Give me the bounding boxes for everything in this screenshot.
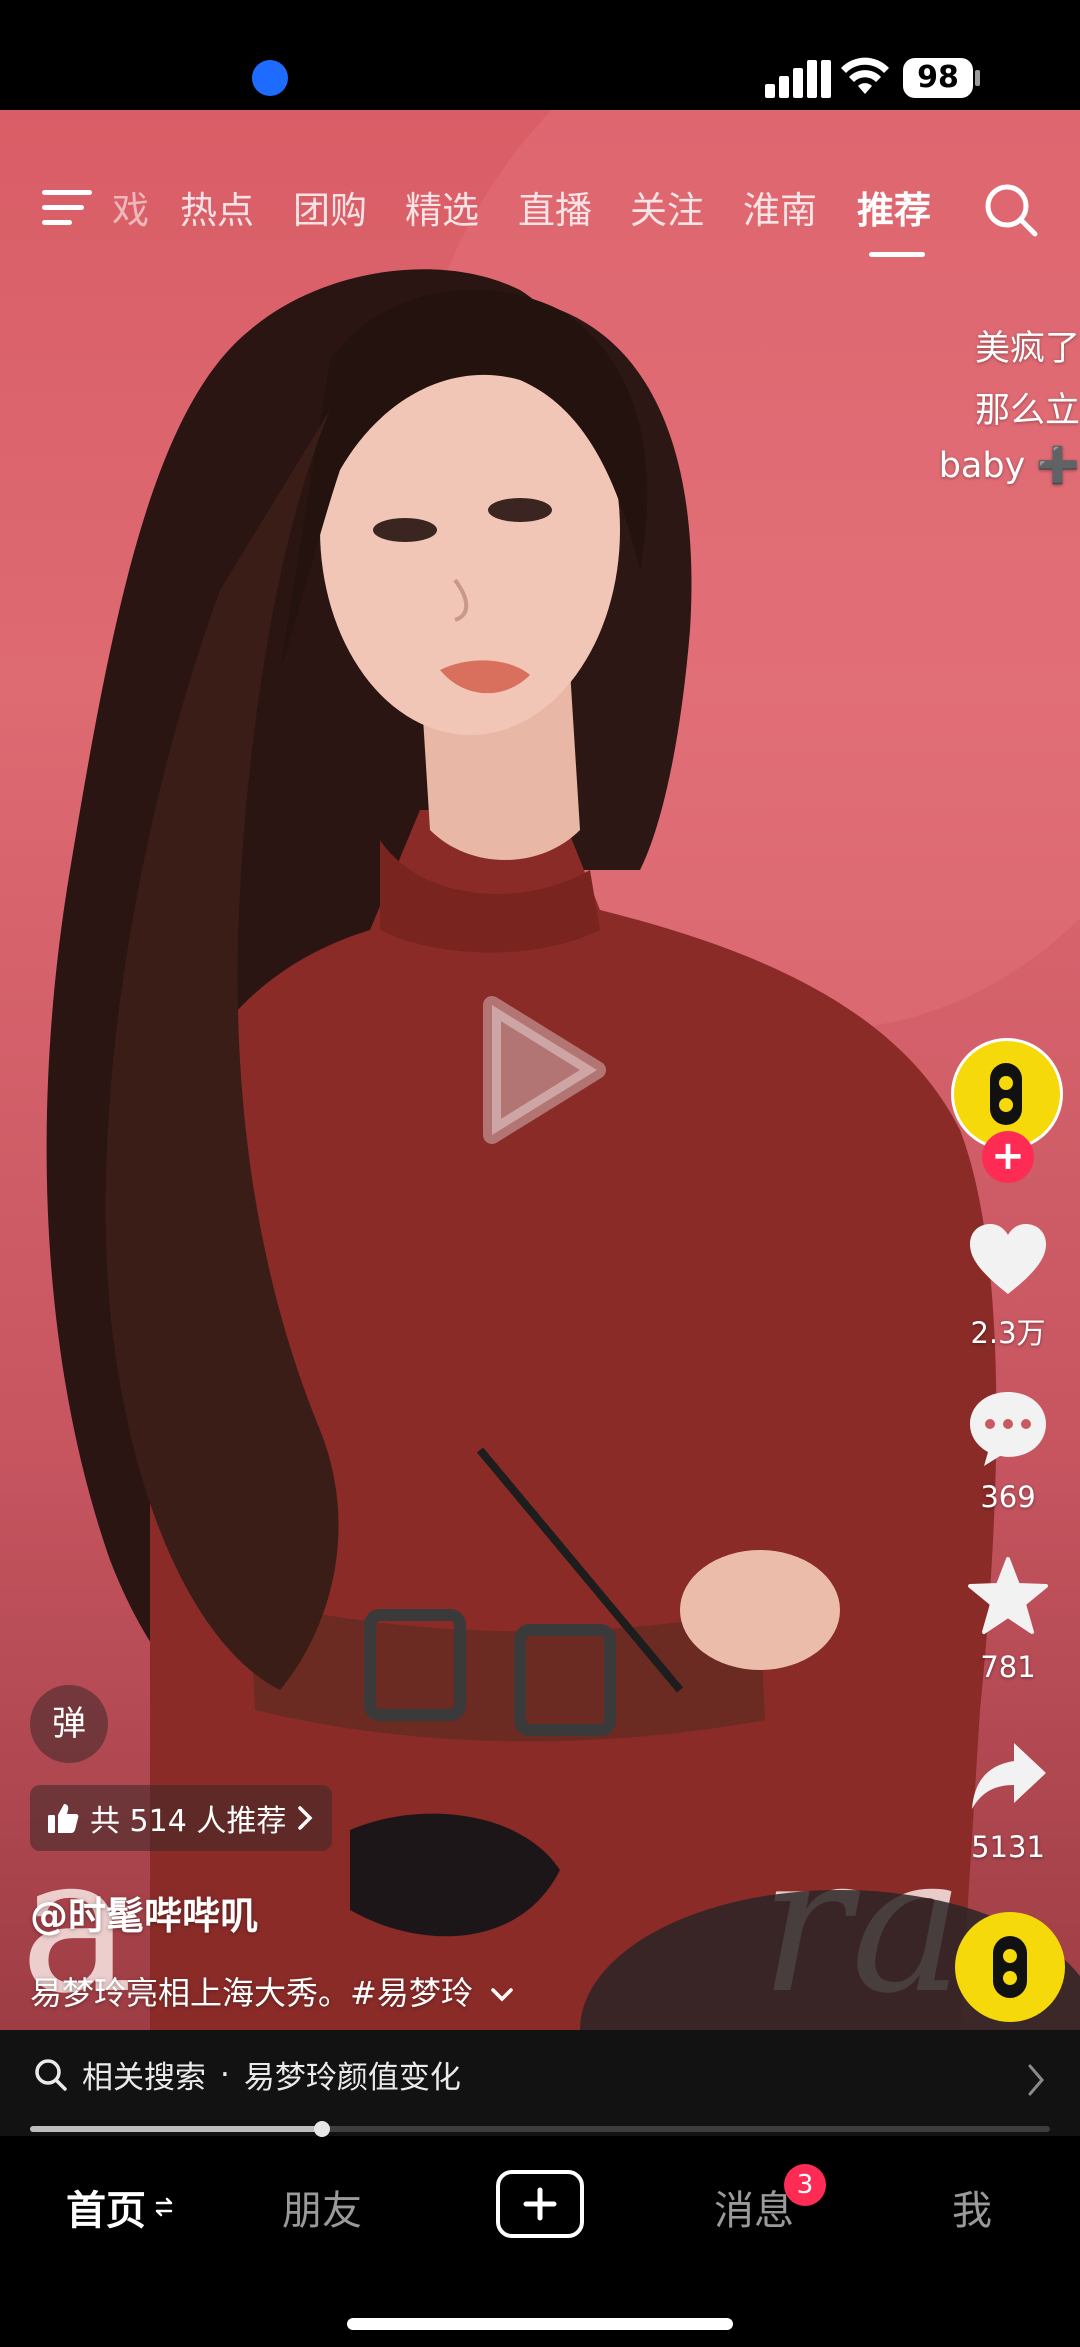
author-name[interactable]: @时髦哔哔叽 [30, 1885, 258, 1940]
tab-hot[interactable]: 热点 [180, 180, 254, 234]
video-progress-bar[interactable] [30, 2121, 1050, 2137]
favorite-star-icon[interactable] [966, 1555, 1050, 1639]
search-icon[interactable] [983, 182, 1039, 238]
related-search-prefix: 相关搜索 [82, 2060, 206, 2096]
thumbs-up-icon [48, 1804, 79, 1833]
tab-home-label: 首页 [66, 2188, 146, 2234]
menu-icon[interactable] [42, 188, 94, 228]
create-button[interactable] [496, 2170, 584, 2238]
caption-text: 易梦玲亮相上海大秀。#易梦玲 [30, 1974, 473, 2012]
related-search-separator: · [220, 2056, 230, 2093]
related-search-bar[interactable]: 相关搜索 · 易梦玲颜值变化 [0, 2030, 1080, 2136]
chevron-right-icon [1028, 2064, 1044, 2096]
share-count: 5131 [971, 1830, 1045, 1864]
comment-count: 369 [980, 1480, 1036, 1514]
tab-friends[interactable]: 朋友 [282, 2178, 362, 2236]
recommend-pill[interactable]: 共 514 人推荐 [30, 1785, 333, 1851]
messages-badge: 3 [784, 2164, 826, 2206]
danmaku-item: baby ➕ [938, 446, 1080, 486]
danmaku-toggle-button[interactable]: 弹 [30, 1685, 108, 1763]
refresh-swap-icon [155, 2197, 173, 2217]
home-indicator [347, 2318, 733, 2330]
cellular-signal-icon [765, 60, 831, 98]
status-bar: 98 [0, 0, 1080, 110]
tab-me[interactable]: 我 [952, 2178, 992, 2236]
favorite-count: 781 [980, 1650, 1036, 1684]
danmaku-item: 那么立 [974, 391, 1080, 431]
tab-recommend[interactable]: 推荐 [857, 180, 931, 234]
music-disc-logo-icon [993, 1936, 1027, 1998]
chevron-right-icon [298, 1806, 313, 1830]
music-disc[interactable] [955, 1912, 1065, 2022]
wifi-icon [841, 57, 889, 94]
chevron-down-icon[interactable] [489, 1986, 515, 2004]
comment-icon[interactable] [966, 1386, 1050, 1470]
like-icon[interactable] [966, 1218, 1050, 1302]
play-icon[interactable] [472, 995, 607, 1145]
tab-group-buy[interactable]: 团购 [293, 180, 367, 234]
battery-tip [975, 70, 980, 86]
plus-icon [523, 2187, 557, 2221]
progress-knob[interactable] [313, 2121, 330, 2137]
follow-button[interactable]: + [982, 1131, 1034, 1183]
tab-live[interactable]: 直播 [518, 180, 592, 234]
bottom-tab-bar: 首页 朋友 消息 3 我 [0, 2138, 1080, 2347]
recommend-text: 共 514 人推荐 [90, 1804, 287, 1839]
danmaku-item: 美疯了 [974, 329, 1080, 369]
video-player[interactable]: a ra [0, 110, 1080, 2030]
tab-local[interactable]: 淮南 [743, 180, 817, 234]
related-search-query: 易梦玲颜值变化 [243, 2060, 461, 2096]
share-icon[interactable] [966, 1735, 1050, 1819]
progress-fill [30, 2126, 322, 2132]
tab-messages[interactable]: 消息 [714, 2178, 794, 2236]
video-caption[interactable]: 易梦玲亮相上海大秀。#易梦玲 [30, 1968, 515, 2014]
top-nav: 戏 热点 团购 精选 直播 关注 淮南 推荐 [0, 110, 1080, 260]
battery-level: 98 [903, 58, 973, 98]
tab-home[interactable]: 首页 [66, 2178, 174, 2236]
tab-following[interactable]: 关注 [630, 180, 704, 234]
active-tab-indicator [869, 252, 925, 257]
recording-indicator-icon [252, 60, 288, 96]
related-search-row: 相关搜索 · 易梦玲颜值变化 [34, 2052, 461, 2097]
like-count: 2.3万 [970, 1316, 1046, 1350]
tab-featured[interactable]: 精选 [405, 180, 479, 234]
tab-partial[interactable]: 戏 [112, 180, 149, 234]
search-icon [35, 2058, 67, 2091]
